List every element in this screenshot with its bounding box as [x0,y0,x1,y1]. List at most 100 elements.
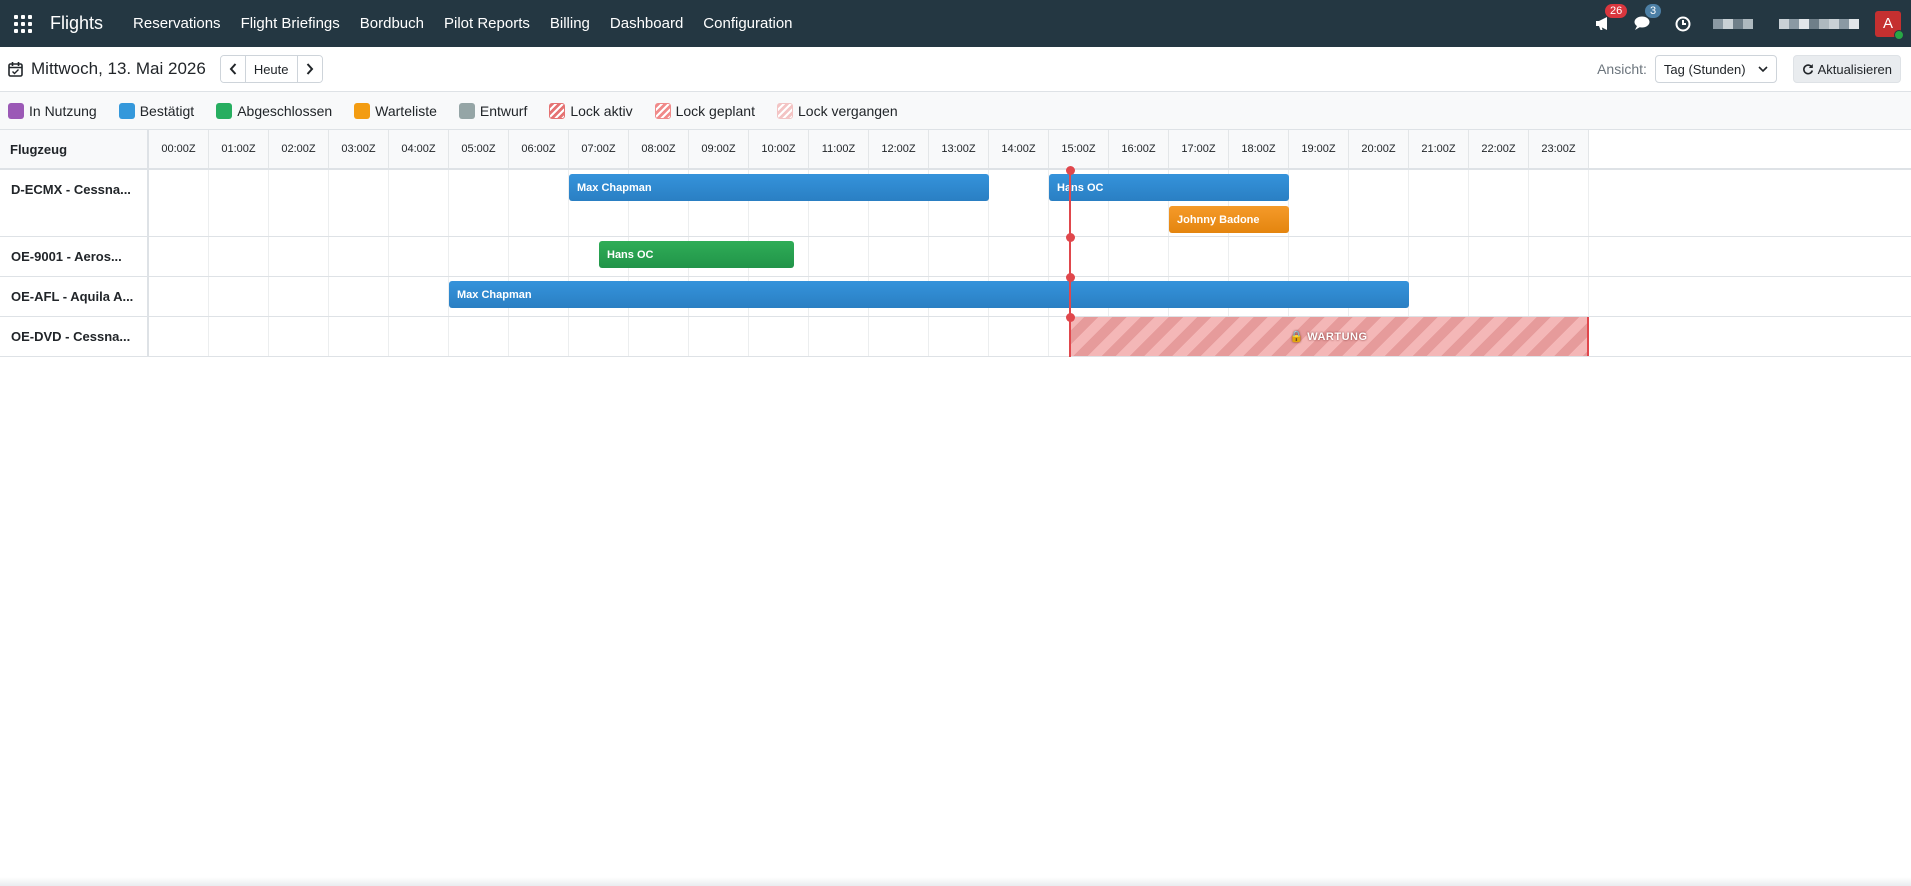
messages-badge: 3 [1645,4,1662,18]
aircraft-row: OE-AFL - Aquila A... Max Chapman [0,273,1911,317]
current-time-line [1069,170,1071,237]
timeline-lane[interactable]: 🔒 WARTUNG [149,313,1589,357]
status-legend: In Nutzung Bestätigt Abgeschlossen Wartelis… [0,92,1911,130]
reservation-bar[interactable]: Johnny Badone [1169,206,1289,233]
hour-header: 10:00Z [749,130,809,168]
legend-label: Warteliste [375,102,437,119]
gantt-header: Flugzeug 00:00Z 01:00Z 02:00Z 03:00Z 04:00Z 0… [0,130,1911,170]
aircraft-name[interactable]: OE-DVD - Cessna... [0,317,149,356]
legend-item: Warteliste [354,102,437,119]
hour-header: 02:00Z [269,130,329,168]
reservation-bar[interactable]: Max Chapman [569,174,989,201]
today-button[interactable]: Heute [245,56,298,82]
user-avatar[interactable]: A [1875,10,1904,40]
legend-swatch [654,102,671,119]
chevron-down-icon [1757,65,1768,72]
app-brand[interactable]: Flights [50,13,103,34]
legend-item: Lock aktiv [549,102,633,119]
reservation-gantt: Flugzeug 00:00Z 01:00Z 02:00Z 03:00Z 04:00Z 0… [0,130,1911,357]
menu-item-flight-briefings[interactable]: Flight Briefings [231,15,350,32]
current-time-marker [1065,313,1075,322]
next-day-button[interactable] [297,56,322,82]
hour-header: 21:00Z [1409,130,1469,168]
prev-day-button[interactable] [220,56,246,82]
timeline-lane[interactable]: Max Chapman Hans OC Johnny Badone [149,166,1589,237]
reservation-bar[interactable]: Hans OC [599,241,794,268]
refresh-button[interactable]: Aktualisieren [1792,55,1901,83]
current-time-marker [1065,233,1075,242]
hour-header: 15:00Z [1049,130,1109,168]
legend-item: Lock vergangen [777,102,898,119]
current-time-line [1069,277,1071,317]
maintenance-lock[interactable]: 🔒 WARTUNG [1070,317,1589,356]
view-select-value: Tag (Stunden) [1663,61,1746,77]
legend-swatch [458,102,475,119]
announcement-button[interactable]: 26 [1583,0,1628,47]
legend-label: Entwurf [479,102,528,119]
menu-item-reservations[interactable]: Reservations [123,15,231,32]
hour-header: 05:00Z [449,130,509,168]
hour-header: 20:00Z [1349,130,1409,168]
legend-label: Lock vergangen [798,102,898,119]
view-select[interactable]: Tag (Stunden) [1654,55,1777,83]
legend-swatch [8,102,24,119]
hour-header: 01:00Z [209,130,269,168]
current-time-marker [1065,166,1075,175]
navbar-right: 26 3 A [1583,0,1904,47]
legend-swatch [549,102,566,119]
menu-item-dashboard[interactable]: Dashboard [600,15,693,32]
apps-grid-icon[interactable] [14,14,32,33]
hour-header: 11:00Z [809,130,869,168]
hour-header: 12:00Z [869,130,929,168]
refresh-label: Aktualisieren [1817,61,1892,77]
messages-button[interactable]: 3 [1623,0,1663,47]
clock-icon [1675,16,1691,31]
activity-button[interactable] [1663,0,1703,47]
view-label: Ansicht: [1597,61,1647,77]
menu-item-bordbuch[interactable]: Bordbuch [350,15,434,32]
hour-header: 22:00Z [1469,130,1529,168]
current-date-label: Mittwoch, 13. Mai 2026 [31,59,206,78]
aircraft-name[interactable]: OE-9001 - Aeros... [0,237,149,276]
aircraft-row: OE-DVD - Cessna... 🔒 WARTUNG [0,313,1911,357]
hour-header: 14:00Z [989,130,1049,168]
hour-header: 18:00Z [1229,130,1289,168]
legend-swatch [216,102,233,119]
hour-header: 16:00Z [1109,130,1169,168]
legend-swatch [777,102,793,119]
window-bottom-edge [0,877,1911,886]
hour-header: 23:00Z [1529,130,1589,168]
user-name-blurred[interactable] [1779,18,1859,29]
calendar-toolbar: Mittwoch, 13. Mai 2026 Heute Ansicht: Ta… [0,47,1911,92]
aircraft-row: D-ECMX - Cessna... Max Chapman Hans OC John… [0,166,1911,237]
legend-label: Lock aktiv [570,102,633,119]
current-time-line [1069,237,1071,277]
current-date: Mittwoch, 13. Mai 2026 [8,59,206,79]
top-navbar: Flights Reservations Flight Briefings Bo… [0,0,1911,47]
legend-label: Lock geplant [675,102,755,119]
reservation-bar[interactable]: Hans OC [1049,174,1289,201]
legend-label: Bestätigt [139,102,195,119]
date-navigation: Heute [219,55,323,83]
menu-item-billing[interactable]: Billing [540,15,600,32]
aircraft-name[interactable]: D-ECMX - Cessna... [0,170,149,236]
timeline-lane[interactable]: Hans OC [149,233,1589,277]
timeline-lane[interactable]: Max Chapman [149,273,1589,317]
main-menu: Reservations Flight Briefings Bordbuch P… [123,15,803,32]
hour-header: 17:00Z [1169,130,1229,168]
aircraft-name[interactable]: OE-AFL - Aquila A... [0,277,149,316]
legend-item: Abgeschlossen [216,102,333,119]
legend-item: Lock geplant [654,102,755,119]
gantt-body: D-ECMX - Cessna... Max Chapman Hans OC John… [0,166,1911,357]
chevron-left-icon [229,63,237,75]
menu-item-configuration[interactable]: Configuration [693,15,802,32]
reservation-bar[interactable]: Max Chapman [449,281,1409,308]
aircraft-row: OE-9001 - Aeros... Hans OC [0,233,1911,277]
legend-swatch [354,102,371,119]
current-time-line [1069,317,1071,357]
hour-header: 06:00Z [509,130,569,168]
toolbar-right: Ansicht: Tag (Stunden) Aktualisieren [1597,55,1901,83]
chat-icon [1634,16,1650,30]
menu-item-pilot-reports[interactable]: Pilot Reports [434,15,540,32]
legend-label: Abgeschlossen [237,102,333,119]
